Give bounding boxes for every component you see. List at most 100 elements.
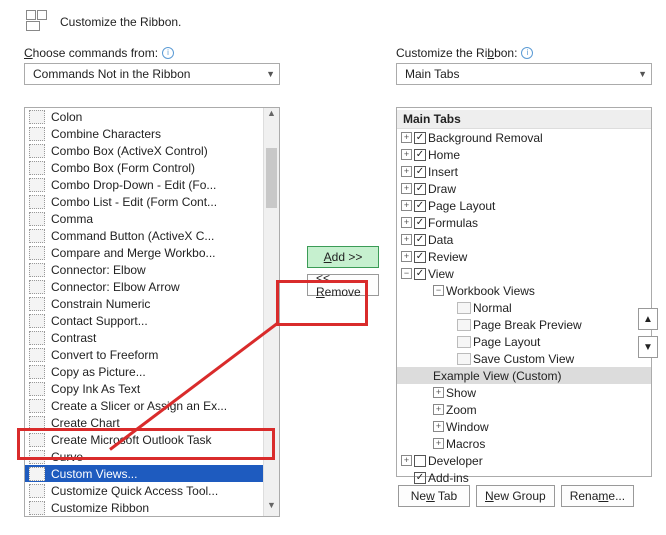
tree-item[interactable]: +✓ Page Layout <box>397 197 651 214</box>
tree-label: Developer <box>428 454 483 468</box>
command-label: Create a Slicer or Assign an Ex... <box>51 399 227 413</box>
tree-item[interactable]: + Zoom <box>397 401 651 418</box>
tree-item[interactable]: + Window <box>397 418 651 435</box>
command-item[interactable]: Cycle Font Colors <box>25 516 279 517</box>
command-label: Compare and Merge Workbo... <box>51 246 216 260</box>
rename-button[interactable]: Rename... <box>561 485 634 507</box>
tree-item[interactable]: + Show <box>397 384 651 401</box>
command-icon <box>29 110 45 124</box>
checkbox[interactable]: ✓ <box>414 183 426 195</box>
command-item[interactable]: Convert to Freeform <box>25 346 279 363</box>
tree-label: Workbook Views <box>446 284 535 298</box>
checkbox[interactable]: ✓ <box>414 251 426 263</box>
tree-item[interactable]: +✓ Draw <box>397 180 651 197</box>
move-down-button[interactable]: ▼ <box>638 336 658 358</box>
expander-icon[interactable]: − <box>433 285 444 296</box>
command-icon <box>29 501 45 515</box>
command-item[interactable]: Copy Ink As Text <box>25 380 279 397</box>
info-icon: i <box>162 47 174 59</box>
checkbox[interactable]: ✓ <box>414 166 426 178</box>
command-item[interactable]: Copy as Picture... <box>25 363 279 380</box>
new-group-button[interactable]: New Group <box>476 485 555 507</box>
checkbox[interactable]: ✓ <box>414 234 426 246</box>
expander-icon[interactable]: + <box>401 455 412 466</box>
tree-label: View <box>428 267 454 281</box>
ribbon-tree[interactable]: Main Tabs +✓ Background Removal+✓ Home+✓… <box>396 107 652 477</box>
checkbox[interactable]: ✓ <box>414 149 426 161</box>
command-item[interactable]: Customize Quick Access Tool... <box>25 482 279 499</box>
command-item[interactable]: Combo Drop-Down - Edit (Fo... <box>25 176 279 193</box>
command-item[interactable]: Connector: Elbow <box>25 261 279 278</box>
choose-commands-dropdown[interactable]: Commands Not in the Ribbon ▼ <box>24 63 280 85</box>
scrollbar[interactable]: ▲▼ <box>263 108 279 516</box>
customize-ribbon-dropdown[interactable]: Main Tabs ▼ <box>396 63 652 85</box>
expander-icon[interactable]: + <box>433 404 444 415</box>
command-item[interactable]: Contrast▸ <box>25 329 279 346</box>
command-item[interactable]: Comma <box>25 210 279 227</box>
expander-icon[interactable]: + <box>401 166 412 177</box>
command-item[interactable]: Compare and Merge Workbo... <box>25 244 279 261</box>
command-item[interactable]: Constrain Numeric <box>25 295 279 312</box>
new-tab-button[interactable]: New Tab <box>398 485 470 507</box>
expander-icon[interactable]: + <box>433 438 444 449</box>
checkbox[interactable]: ✓ <box>414 472 426 484</box>
command-item[interactable]: Connector: Elbow Arrow <box>25 278 279 295</box>
tree-item[interactable]: −✓ View <box>397 265 651 282</box>
tree-item[interactable]: + Developer <box>397 452 651 469</box>
command-icon <box>29 195 45 209</box>
expander-icon[interactable]: + <box>401 132 412 143</box>
tree-label: Window <box>446 420 489 434</box>
command-item[interactable]: Custom Views...▸ <box>25 465 279 482</box>
tree-item[interactable]: +✓ Review <box>397 248 651 265</box>
command-icon <box>29 467 45 481</box>
tree-item[interactable]: Normal <box>397 299 651 316</box>
remove-button[interactable]: << Remove <box>307 274 379 296</box>
command-item[interactable]: Combo List - Edit (Form Cont... <box>25 193 279 210</box>
move-up-button[interactable]: ▲ <box>638 308 658 330</box>
checkbox[interactable]: ✓ <box>414 200 426 212</box>
tree-item[interactable]: +✓ Formulas <box>397 214 651 231</box>
checkbox[interactable]: ✓ <box>414 268 426 280</box>
command-item[interactable]: Customize Ribbon <box>25 499 279 516</box>
command-icon <box>29 433 45 447</box>
checkbox[interactable]: ✓ <box>414 132 426 144</box>
expander-icon[interactable]: + <box>401 183 412 194</box>
commands-listbox[interactable]: ▲▼ ColonCombine CharactersCombo Box (Act… <box>24 107 280 517</box>
command-item[interactable]: Create Microsoft Outlook Task <box>25 431 279 448</box>
expander-icon[interactable]: + <box>401 149 412 160</box>
expander-icon[interactable]: + <box>401 251 412 262</box>
checkbox[interactable]: ✓ <box>414 217 426 229</box>
command-item[interactable]: Create a Slicer or Assign an Ex...▸ <box>25 397 279 414</box>
tree-item[interactable]: +✓ Background Removal <box>397 129 651 146</box>
command-item[interactable]: Create Chart <box>25 414 279 431</box>
tree-item[interactable]: Page Layout <box>397 333 651 350</box>
tree-item[interactable]: Save Custom View <box>397 350 651 367</box>
command-item[interactable]: Curve <box>25 448 279 465</box>
tree-item[interactable]: +✓ Insert <box>397 163 651 180</box>
expander-icon[interactable]: + <box>401 200 412 211</box>
command-label: Connector: Elbow Arrow <box>51 280 180 294</box>
tree-item[interactable]: Page Break Preview <box>397 316 651 333</box>
command-item[interactable]: Combo Box (Form Control) <box>25 159 279 176</box>
tree-item[interactable]: − Workbook Views <box>397 282 651 299</box>
expander-icon[interactable]: − <box>401 268 412 279</box>
tree-item[interactable]: Example View (Custom) <box>397 367 651 384</box>
command-item[interactable]: Command Button (ActiveX C... <box>25 227 279 244</box>
expander-icon[interactable]: + <box>401 234 412 245</box>
command-item[interactable]: Combine Characters <box>25 125 279 142</box>
add-button[interactable]: Add >> <box>307 246 379 268</box>
command-item[interactable]: Combo Box (ActiveX Control) <box>25 142 279 159</box>
tree-item[interactable]: +✓ Data <box>397 231 651 248</box>
tree-item[interactable]: + Macros <box>397 435 651 452</box>
expander-icon[interactable]: + <box>401 217 412 228</box>
checkbox[interactable] <box>414 455 426 467</box>
tree-item[interactable]: +✓ Home <box>397 146 651 163</box>
command-icon <box>29 127 45 141</box>
expander-icon[interactable]: + <box>433 387 444 398</box>
customize-ribbon-icon <box>26 10 50 34</box>
expander-icon[interactable]: + <box>433 421 444 432</box>
tree-item[interactable]: ✓ Add-ins <box>397 469 651 486</box>
tree-label: Zoom <box>446 403 477 417</box>
command-item[interactable]: Contact Support... <box>25 312 279 329</box>
command-item[interactable]: Colon <box>25 108 279 125</box>
